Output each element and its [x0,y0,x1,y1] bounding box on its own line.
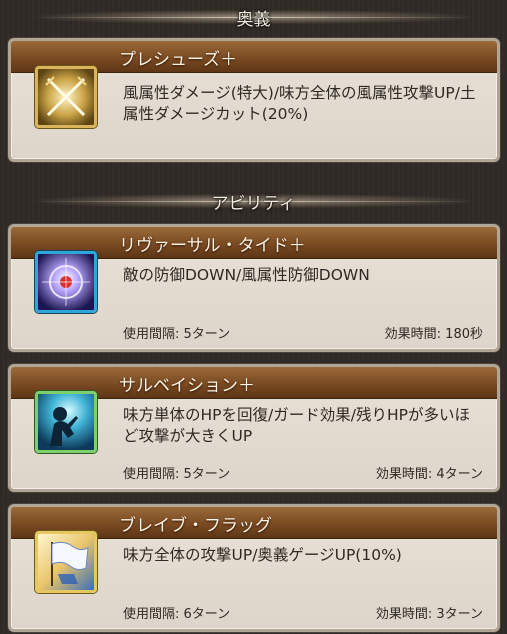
ougi-card[interactable]: プレシューズ＋ 風属性ダメージ(特大)/味方全体の風属性攻撃UP/土属性ダメージ… [8,38,500,162]
ability-card-2[interactable]: サルベイション＋ 味方単体のHPを回復/ガード効果/残りHPが多いほど攻撃が大き… [8,364,500,492]
ability-1-name: リヴァーサル・タイド＋ [119,236,306,256]
crossed-swords-icon [35,66,97,128]
ability-3-description: 味方全体の攻撃UP/奥義ゲージUP(10%) [123,546,402,564]
ability-2-cooldown: 使用間隔: 5ターン [123,467,231,482]
ability-1-duration: 効果時間: 180秒 [384,327,483,342]
ougi-section-header: 奥義 [0,0,507,34]
ougi-section-title: 奥義 [236,9,271,30]
ability-section-title: アビリティ [211,193,296,214]
flag-icon [35,531,97,593]
ability-2-duration: 効果時間: 4ターン [375,467,483,482]
ability-1-description: 敵の防御DOWN/風属性防御DOWN [123,266,370,284]
ability-1-cooldown: 使用間隔: 5ターン [123,327,231,342]
reversal-orb-icon [35,251,97,313]
ability-section-header: アビリティ [0,184,507,218]
ability-3-name: ブレイブ・フラッグ [119,516,272,536]
ability-2-description: 味方単体のHPを回復/ガード効果/残りHPが多いほど攻撃が大きくUP [123,406,470,445]
ability-3-duration: 効果時間: 3ターン [375,607,483,622]
ability-card-1[interactable]: リヴァーサル・タイド＋ 敵の防御DOWN/風属性防御DOWN 使用間隔: 5ター… [8,224,500,352]
ougi-name: プレシューズ＋ [119,50,238,70]
ougi-description: 風属性ダメージ(特大)/味方全体の風属性攻撃UP/土属性ダメージカット(20%) [123,84,476,123]
ability-card-3[interactable]: ブレイブ・フラッグ 味方全体の攻撃UP/奥義ゲージUP(10%) 使用間隔: 6… [8,504,500,632]
ability-3-cooldown: 使用間隔: 6ターン [123,607,231,622]
ability-2-name: サルベイション＋ [119,376,255,396]
praying-figure-icon [35,391,97,453]
